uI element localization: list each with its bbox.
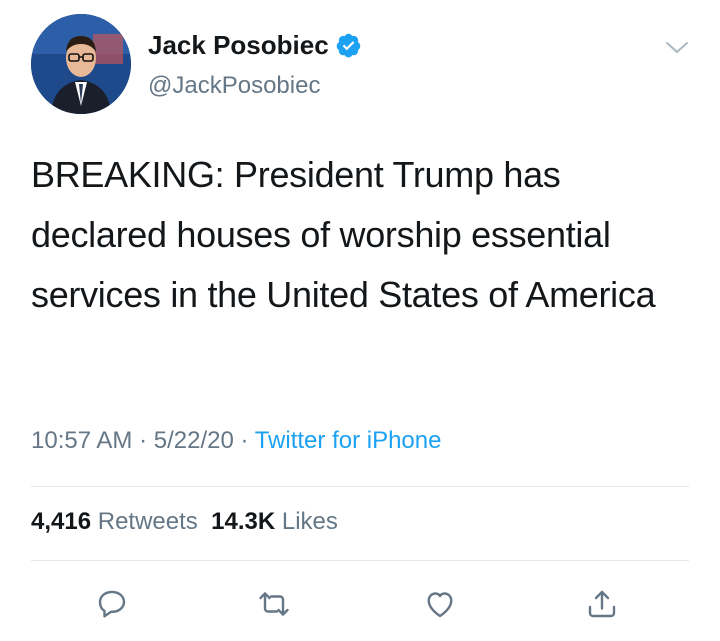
likes-label: Likes bbox=[281, 508, 338, 535]
meta-separator: · bbox=[233, 427, 255, 454]
tweet-text: BREAKING: President Trump has declared h… bbox=[31, 154, 656, 315]
author-name-row[interactable]: Jack Posobiec bbox=[148, 30, 362, 61]
retweets-label: Retweets bbox=[97, 508, 198, 535]
likes-count: 14.3K bbox=[211, 508, 276, 535]
divider bbox=[31, 486, 689, 487]
chevron-down-icon[interactable] bbox=[664, 38, 690, 58]
author-handle[interactable]: @JackPosobiec bbox=[148, 72, 320, 100]
meta-separator: · bbox=[132, 427, 154, 454]
retweet-icon[interactable] bbox=[256, 586, 292, 622]
share-icon[interactable] bbox=[584, 586, 620, 622]
likes-stat[interactable]: 14.3K Likes bbox=[211, 508, 338, 535]
avatar[interactable] bbox=[31, 14, 131, 114]
tweet-date[interactable]: 5/22/20 bbox=[154, 427, 234, 454]
tweet-time[interactable]: 10:57 AM bbox=[31, 427, 132, 454]
author-name[interactable]: Jack Posobiec bbox=[148, 30, 329, 61]
reply-icon[interactable] bbox=[94, 586, 130, 622]
tweet-meta: 10:57 AM · 5/22/20 · Twitter for iPhone bbox=[31, 427, 441, 455]
avatar-photo bbox=[31, 14, 131, 114]
retweets-count: 4,416 bbox=[31, 508, 92, 535]
verified-badge-icon bbox=[336, 33, 360, 58]
retweets-stat[interactable]: 4,416 Retweets bbox=[31, 508, 198, 535]
like-icon[interactable] bbox=[422, 586, 458, 622]
tweet-source-link[interactable]: Twitter for iPhone bbox=[255, 427, 442, 454]
tweet-stats: 4,416 Retweets 14.3K Likes bbox=[31, 508, 338, 536]
divider bbox=[31, 560, 689, 561]
